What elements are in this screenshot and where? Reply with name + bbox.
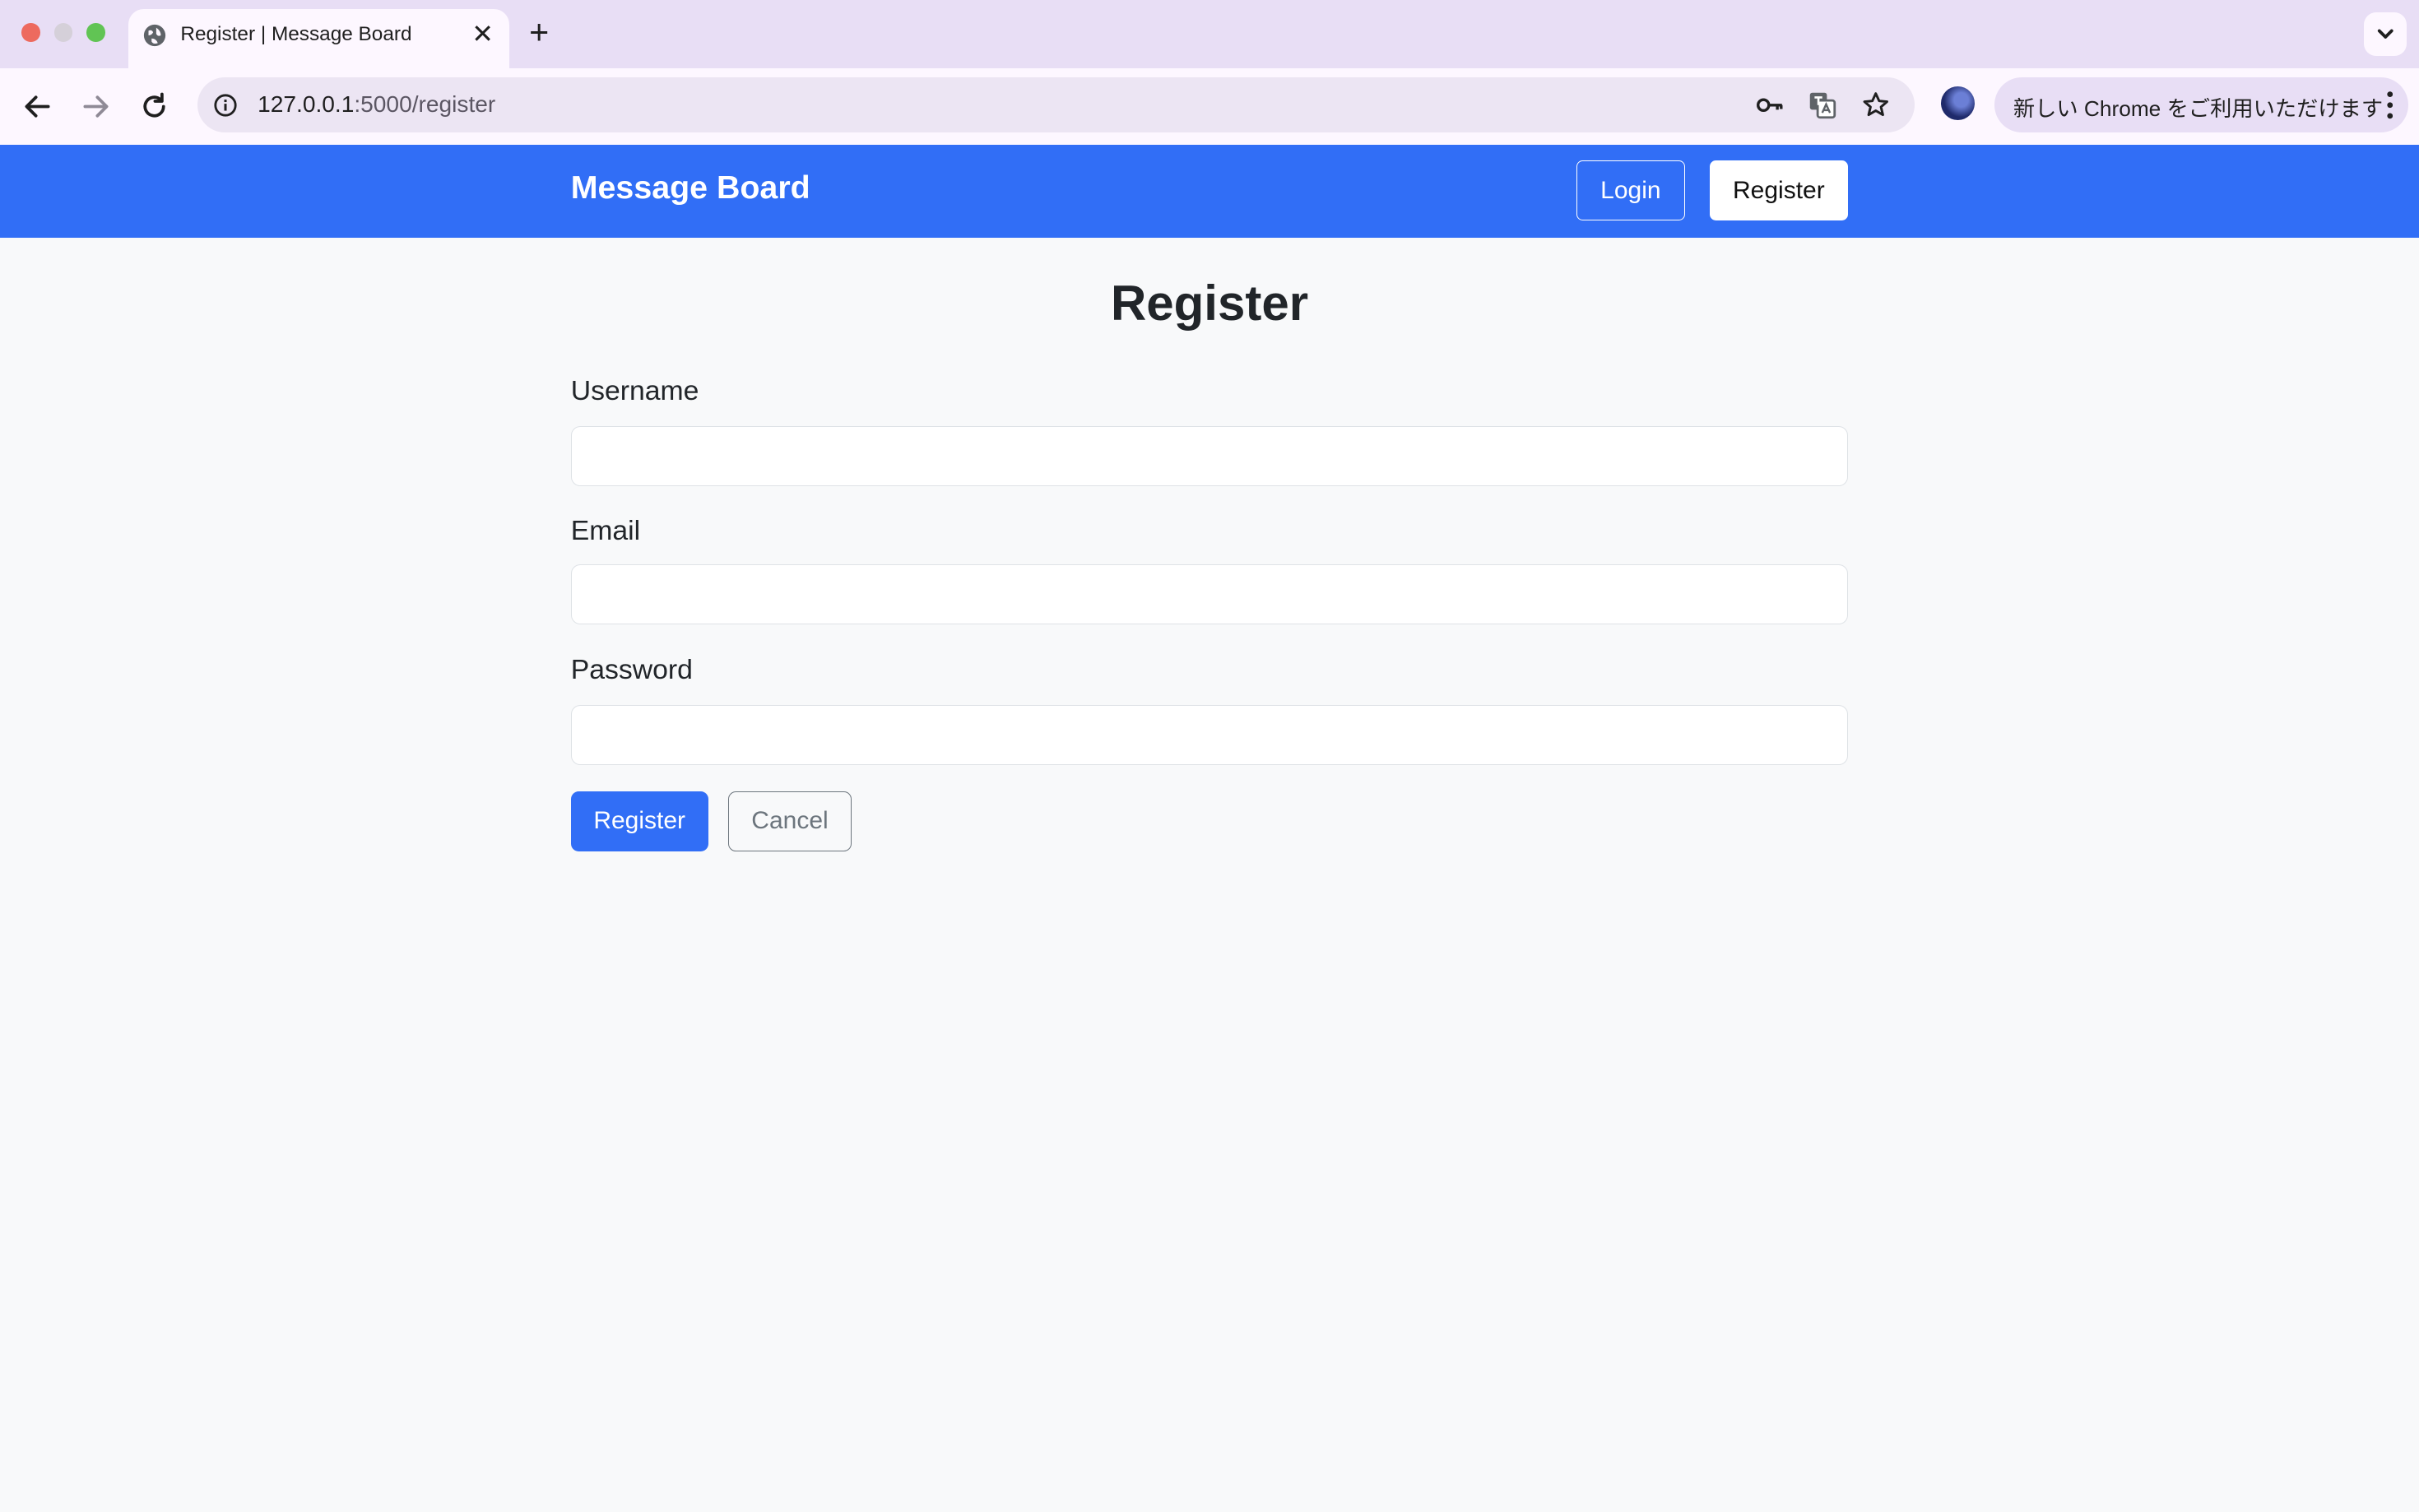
page-title: Register — [1110, 275, 1309, 331]
browser-tab-active[interactable]: Register | Message Board ✕ — [128, 9, 509, 68]
window-maximize-button[interactable] — [86, 23, 105, 42]
login-button[interactable]: Login — [1576, 160, 1685, 221]
username-label: Username — [570, 374, 699, 406]
password-label: Password — [570, 654, 693, 685]
back-arrow-icon[interactable] — [19, 88, 56, 125]
tab-strip: Register | Message Board ✕ + — [0, 0, 2419, 68]
key-icon[interactable] — [1754, 90, 1785, 121]
password-input[interactable] — [570, 704, 1849, 765]
window-close-button[interactable] — [21, 23, 40, 42]
url-text[interactable]: 127.0.0.1:5000/register — [258, 91, 495, 118]
browser-toolbar: 127.0.0.1:5000/register 新しい Chrome をご利用い… — [0, 67, 2419, 146]
tab-search-button[interactable] — [2363, 12, 2407, 56]
plus-icon[interactable]: + — [529, 12, 549, 53]
chrome-update-button[interactable]: 新しい Chrome をご利用いただけます — [1994, 77, 2408, 133]
translate-icon[interactable] — [1807, 90, 1838, 121]
close-icon[interactable]: ✕ — [471, 19, 494, 50]
site-navbar: Message Board Login Register — [0, 145, 2419, 238]
chevron-down-icon — [2377, 29, 2393, 39]
info-icon[interactable] — [213, 93, 238, 118]
register-nav-button[interactable]: Register — [1709, 160, 1849, 221]
browser-window: Register | Message Board ✕ + 127.0.0.1:5… — [0, 0, 2419, 1512]
kebab-menu-icon[interactable] — [2387, 90, 2393, 121]
cancel-button[interactable]: Cancel — [728, 791, 852, 851]
update-text: 新しい Chrome をご利用いただけます — [2013, 95, 2384, 121]
email-label: Email — [570, 515, 641, 547]
address-bar[interactable]: 127.0.0.1:5000/register — [197, 77, 1915, 133]
brand-link[interactable]: Message Board — [571, 169, 810, 206]
username-input[interactable] — [570, 425, 1849, 486]
register-submit-button[interactable]: Register — [570, 791, 708, 851]
email-input[interactable] — [570, 564, 1849, 625]
window-minimize-button[interactable] — [53, 23, 73, 42]
forward-arrow-icon[interactable] — [77, 88, 114, 125]
tab-title: Register | Message Board — [180, 23, 412, 46]
globe-icon — [143, 25, 165, 47]
star-icon[interactable] — [1860, 90, 1892, 121]
url-host: 127.0.0.1 — [258, 90, 355, 117]
avatar[interactable] — [1940, 86, 1975, 121]
url-path: :5000/register — [354, 90, 496, 117]
reload-icon[interactable] — [136, 88, 173, 125]
